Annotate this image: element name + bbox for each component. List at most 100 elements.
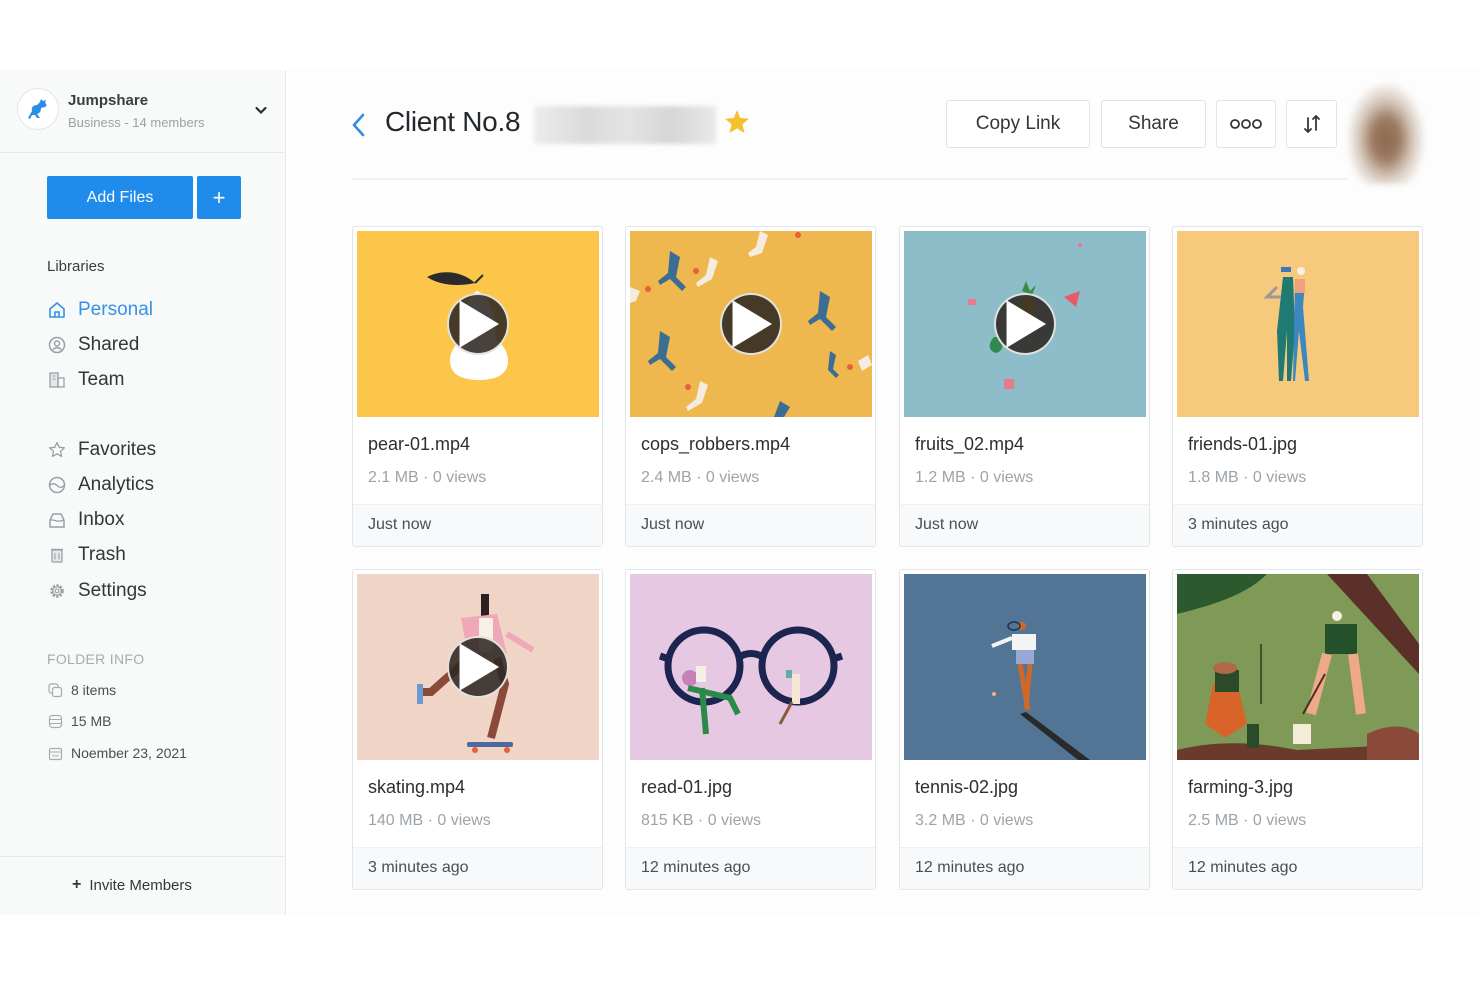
file-card[interactable]: read-01.jpg 815 KB · 0 views 12 minutes … — [625, 569, 876, 890]
sidebar-item-shared[interactable]: Shared — [47, 332, 139, 358]
play-icon[interactable] — [447, 636, 509, 698]
folder-date: Noember 23, 2021 — [47, 745, 187, 761]
sidebar-item-settings[interactable]: Settings — [47, 578, 147, 604]
file-card[interactable]: friends-01.jpg 1.8 MB · 0 views 3 minute… — [1172, 226, 1423, 547]
invite-members-button[interactable]: + Invite Members — [72, 876, 192, 894]
sidebar-item-inbox[interactable]: Inbox — [47, 507, 124, 533]
file-name[interactable]: friends-01.jpg — [1188, 434, 1297, 455]
file-name[interactable]: cops_robbers.mp4 — [641, 434, 790, 455]
file-thumbnail — [357, 574, 599, 760]
file-time: 12 minutes ago — [915, 859, 1025, 876]
folder-item-count: 8 items — [47, 682, 116, 698]
play-icon[interactable] — [720, 293, 782, 355]
sort-button[interactable] — [1286, 100, 1337, 148]
file-meta: 1.8 MB · 0 views — [1188, 469, 1307, 486]
file-card[interactable]: fruits_02.mp4 1.2 MB · 0 views Just now — [899, 226, 1150, 547]
file-name[interactable]: skating.mp4 — [368, 777, 465, 798]
org-name: Jumpshare — [68, 92, 149, 109]
file-footer: 3 minutes ago — [353, 847, 602, 889]
chevron-left-icon[interactable] — [349, 110, 369, 140]
file-thumbnail — [1177, 574, 1419, 760]
file-meta: 1.2 MB · 0 views — [915, 469, 1034, 486]
sidebar-item-trash[interactable]: Trash — [47, 542, 126, 568]
sidebar-item-personal[interactable]: Personal — [47, 297, 153, 323]
sidebar-item-label: Analytics — [78, 474, 155, 495]
file-meta: 2.1 MB · 0 views — [368, 469, 487, 486]
sidebar: Jumpshare Business - 14 members Add File… — [0, 70, 286, 915]
file-card[interactable]: farming-3.jpg 2.5 MB · 0 views 12 minute… — [1172, 569, 1423, 890]
sidebar-item-label: Team — [78, 369, 125, 390]
file-thumbnail — [904, 574, 1146, 760]
file-name[interactable]: pear-01.mp4 — [368, 434, 470, 455]
file-name[interactable]: tennis-02.jpg — [915, 777, 1018, 798]
invite-section: + Invite Members — [0, 856, 285, 915]
storage-icon — [47, 713, 63, 729]
sidebar-item-team[interactable]: Team — [47, 367, 124, 393]
file-time: 3 minutes ago — [368, 859, 469, 876]
folder-info-heading: FOLDER INFO — [47, 651, 145, 667]
file-time: 12 minutes ago — [641, 859, 751, 876]
file-footer: 12 minutes ago — [1173, 847, 1422, 889]
folder-size: 15 MB — [47, 713, 111, 729]
file-name[interactable]: farming-3.jpg — [1188, 777, 1293, 798]
file-meta: 2.5 MB · 0 views — [1188, 812, 1307, 829]
gear-icon — [47, 581, 67, 601]
file-thumbnail — [904, 231, 1146, 417]
share-button[interactable]: Share — [1101, 100, 1206, 148]
sidebar-item-analytics[interactable]: Analytics — [47, 472, 154, 498]
file-meta: 3.2 MB · 0 views — [915, 812, 1034, 829]
shared-user-icon — [47, 335, 67, 355]
org-switcher[interactable]: Jumpshare Business - 14 members — [0, 70, 285, 153]
file-card[interactable]: tennis-02.jpg 3.2 MB · 0 views 12 minute… — [899, 569, 1150, 890]
kangaroo-logo-icon — [17, 88, 59, 130]
file-meta: 2.4 MB · 0 views — [641, 469, 760, 486]
file-footer: 3 minutes ago — [1173, 504, 1422, 546]
file-meta: 140 MB · 0 views — [368, 812, 491, 829]
file-thumbnail — [630, 574, 872, 760]
sidebar-item-favorites[interactable]: Favorites — [47, 437, 156, 463]
sidebar-item-label: Inbox — [78, 509, 125, 530]
file-card[interactable]: pear-01.mp4 2.1 MB · 0 views Just now — [352, 226, 603, 547]
analytics-icon — [47, 475, 67, 495]
calendar-icon — [47, 745, 63, 761]
file-thumbnail — [357, 231, 599, 417]
more-dots-icon — [1230, 119, 1262, 129]
file-footer: 12 minutes ago — [626, 847, 875, 889]
copy-link-button[interactable]: Copy Link — [946, 100, 1090, 148]
file-time: Just now — [915, 516, 979, 533]
file-name[interactable]: fruits_02.mp4 — [915, 434, 1024, 455]
libraries-heading: Libraries — [47, 258, 105, 275]
chevron-down-icon[interactable] — [253, 102, 269, 118]
sidebar-item-label: Personal — [78, 299, 153, 320]
invite-members-label: Invite Members — [89, 876, 192, 894]
star-outline-icon — [47, 440, 67, 460]
file-card[interactable]: cops_robbers.mp4 2.4 MB · 0 views Just n… — [625, 226, 876, 547]
add-new-button[interactable]: + — [197, 176, 241, 219]
file-card[interactable]: skating.mp4 140 MB · 0 views 3 minutes a… — [352, 569, 603, 890]
file-thumbnail — [1177, 231, 1419, 417]
file-time: 12 minutes ago — [1188, 859, 1298, 876]
file-footer: Just now — [353, 504, 602, 546]
add-files-button[interactable]: Add Files — [47, 176, 193, 219]
star-filled-icon[interactable] — [723, 108, 751, 136]
file-footer: Just now — [900, 504, 1149, 546]
redacted-title-text — [534, 106, 716, 144]
app-window: Jumpshare Business - 14 members Add File… — [0, 70, 1480, 915]
file-footer: Just now — [626, 504, 875, 546]
sidebar-item-label: Trash — [78, 544, 126, 565]
file-time: Just now — [368, 516, 432, 533]
file-time: Just now — [641, 516, 705, 533]
user-avatar[interactable] — [1348, 84, 1424, 184]
play-icon[interactable] — [447, 293, 509, 355]
sidebar-item-label: Shared — [78, 334, 140, 355]
sidebar-item-label: Settings — [78, 580, 147, 601]
team-building-icon — [47, 370, 67, 390]
more-options-button[interactable] — [1216, 100, 1276, 148]
plus-icon: + — [72, 876, 82, 893]
trash-icon — [47, 545, 67, 565]
file-thumbnail — [630, 231, 872, 417]
sort-icon — [1303, 114, 1320, 134]
file-name[interactable]: read-01.jpg — [641, 777, 732, 798]
inbox-icon — [47, 510, 67, 530]
play-icon[interactable] — [994, 293, 1056, 355]
